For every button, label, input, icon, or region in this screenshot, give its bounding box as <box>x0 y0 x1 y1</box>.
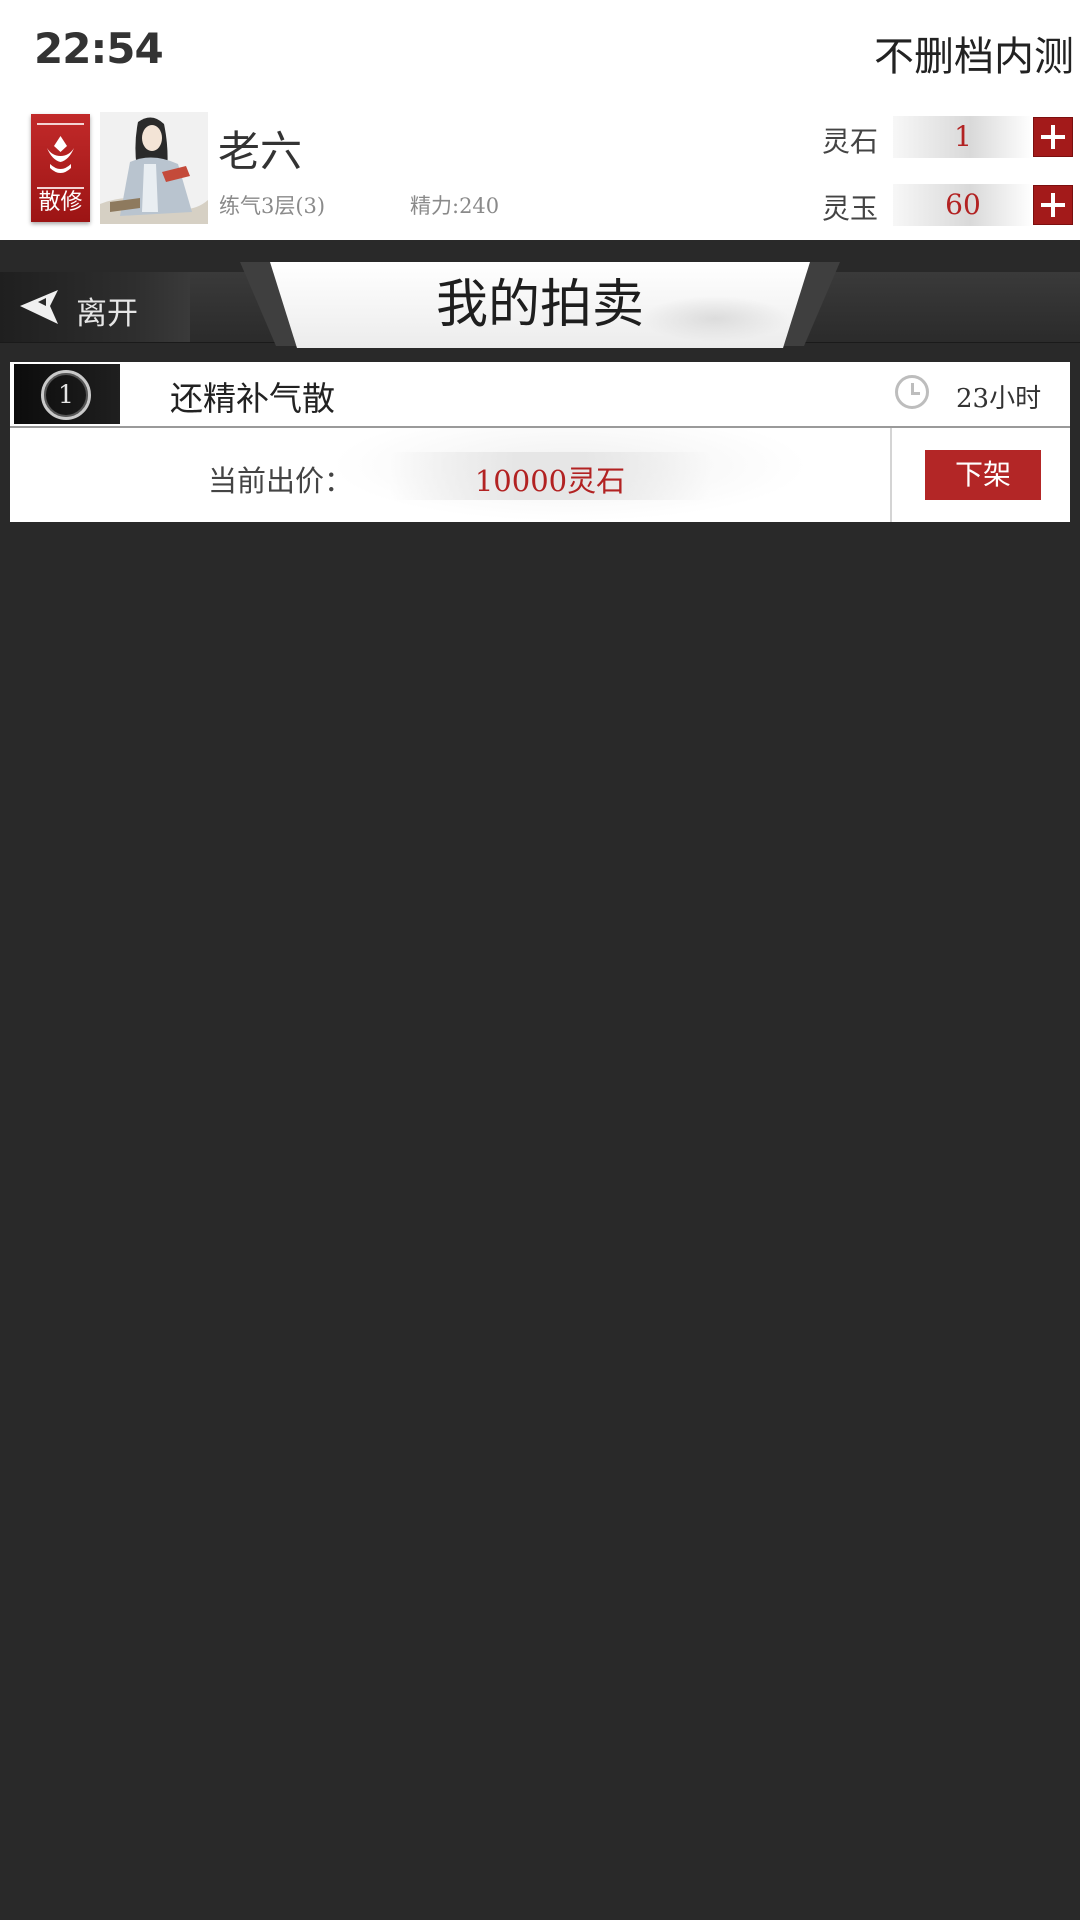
back-arrow-icon <box>20 290 58 324</box>
item-name: 还精补气散 <box>170 379 335 418</box>
spirit-stone-amount: 1 <box>893 116 1033 158</box>
player-name: 老六 <box>218 127 303 176</box>
badge-divider-top <box>37 123 84 125</box>
energy-value: 精力:240 <box>410 194 500 218</box>
delist-button[interactable]: 下架 <box>925 450 1041 500</box>
spirit-stone-label: 灵石 <box>822 125 879 158</box>
server-title: 不删档内测 <box>874 34 1074 80</box>
spirit-jade-label: 灵玉 <box>822 192 879 225</box>
cultivation-level: 练气3层(3) <box>219 194 326 218</box>
time-remaining: 23小时 <box>956 384 1042 414</box>
card-divider <box>890 428 892 522</box>
player-avatar[interactable] <box>100 112 208 224</box>
page-title: 我的拍卖 <box>435 275 644 335</box>
status-time: 22:54 <box>34 24 164 73</box>
current-bid-value: 10000灵石 <box>474 464 626 498</box>
add-spirit-jade-button[interactable] <box>1033 185 1073 225</box>
sect-badge[interactable]: 散修 <box>31 114 90 222</box>
lotus-icon <box>47 136 74 173</box>
item-index: 1 <box>41 370 91 420</box>
current-bid-label: 当前出价： <box>208 464 354 498</box>
sect-label: 散修 <box>38 190 83 215</box>
leave-label: 离开 <box>76 296 138 332</box>
clock-icon <box>895 375 929 409</box>
cultivator-portrait <box>100 112 208 224</box>
auction-item-body: 当前出价： 10000灵石 下架 <box>10 428 1070 522</box>
item-index-box: 1 <box>14 364 120 424</box>
auction-item-card[interactable]: 1 还精补气散 23小时 当前出价： 10000灵石 下架 <box>10 362 1070 522</box>
add-spirit-stone-button[interactable] <box>1033 117 1073 157</box>
leave-button[interactable]: 离开 <box>0 272 190 342</box>
auction-item-header: 1 还精补气散 23小时 <box>10 362 1070 428</box>
spirit-jade-amount: 60 <box>893 184 1033 226</box>
